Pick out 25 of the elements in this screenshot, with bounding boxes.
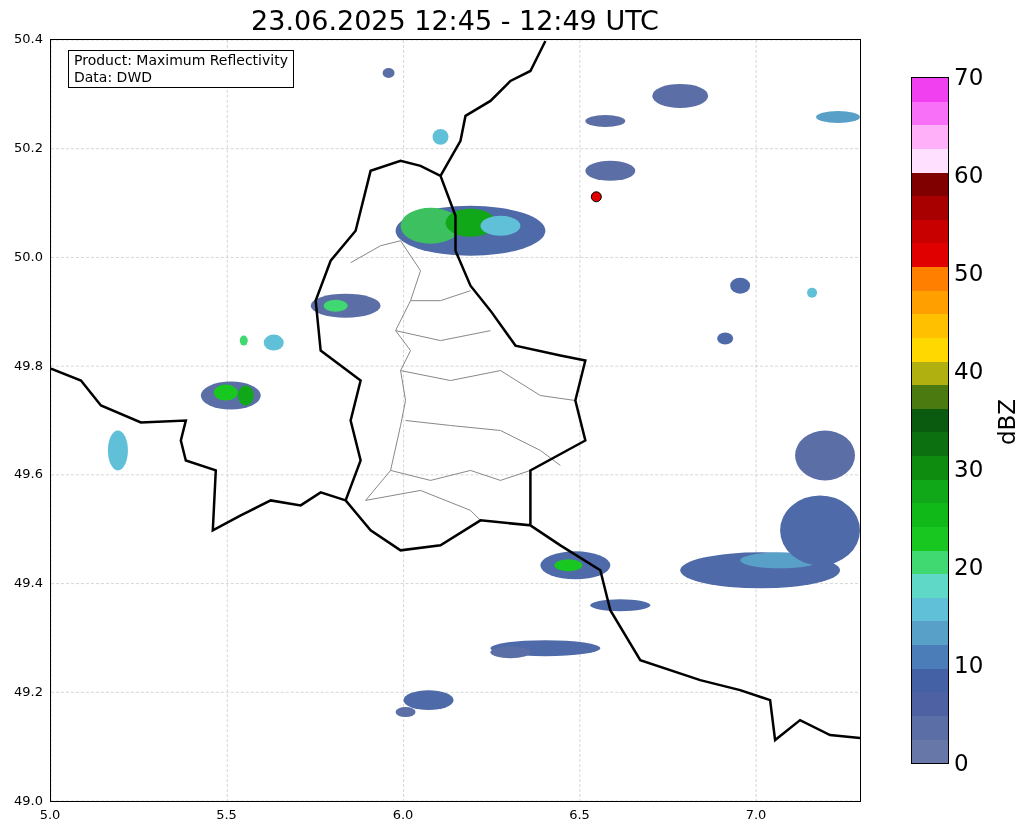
colorbar-tick-label: 60 [954, 162, 984, 188]
info-line: Product: Maximum Reflectivity [74, 52, 288, 69]
x-tick-label: 7.0 [744, 807, 768, 823]
colorbar-label-text: dBZ [994, 398, 1020, 446]
y-tick-label: 49.2 [14, 684, 43, 701]
colorbar-tick-label: 40 [954, 358, 984, 384]
x-tick-label: 5.0 [38, 807, 62, 823]
y-tick-label: 49.8 [14, 357, 43, 374]
y-tick-label: 49.6 [14, 466, 43, 483]
colorbar-tick-label: 20 [954, 554, 984, 580]
colorbar-tick-label: 70 [954, 64, 984, 90]
x-tick-label: 6.0 [391, 807, 415, 823]
y-tick-label: 50.2 [14, 139, 43, 156]
colorbar-tick-label: 10 [954, 652, 984, 678]
x-tick-label: 5.5 [215, 807, 238, 823]
info-line: Data: DWD [74, 69, 153, 86]
colorbar-tick-label: 0 [954, 750, 969, 776]
colorbar-tick-label: 50 [954, 260, 984, 286]
chart-title: 23.06.2025 12:45 - 12:49 UTC [250, 4, 660, 38]
y-tick-label: 49.0 [14, 793, 43, 809]
x-tick-label: 6.5 [568, 807, 591, 823]
y-tick-label: 50.4 [14, 31, 43, 47]
colorbar-tick-label: 30 [954, 456, 984, 482]
y-tick-label: 50.0 [14, 248, 43, 265]
y-tick-label: 49.4 [14, 575, 43, 592]
